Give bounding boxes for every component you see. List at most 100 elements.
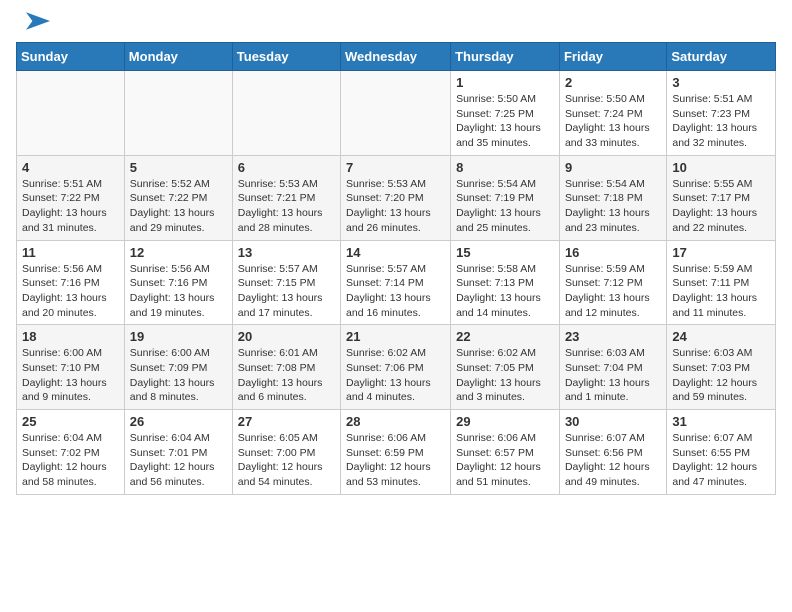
day-number: 22	[456, 329, 554, 344]
day-number: 13	[238, 245, 335, 260]
calendar-cell	[232, 71, 340, 156]
day-info: Sunrise: 5:53 AM Sunset: 7:21 PM Dayligh…	[238, 177, 335, 236]
calendar-cell: 1 Sunrise: 5:50 AM Sunset: 7:25 PM Daylig…	[451, 71, 560, 156]
calendar-cell: 15 Sunrise: 5:58 AM Sunset: 7:13 PM Dayli…	[451, 240, 560, 325]
calendar-cell: 6 Sunrise: 5:53 AM Sunset: 7:21 PM Daylig…	[232, 155, 340, 240]
day-info: Sunrise: 6:03 AM Sunset: 7:04 PM Dayligh…	[565, 346, 661, 405]
calendar-cell: 23 Sunrise: 6:03 AM Sunset: 7:04 PM Dayli…	[559, 325, 666, 410]
calendar-cell: 13 Sunrise: 5:57 AM Sunset: 7:15 PM Dayli…	[232, 240, 340, 325]
day-number: 1	[456, 75, 554, 90]
calendar-cell: 19 Sunrise: 6:00 AM Sunset: 7:09 PM Dayli…	[124, 325, 232, 410]
day-number: 20	[238, 329, 335, 344]
calendar-cell: 10 Sunrise: 5:55 AM Sunset: 7:17 PM Dayli…	[667, 155, 776, 240]
day-info: Sunrise: 6:02 AM Sunset: 7:06 PM Dayligh…	[346, 346, 445, 405]
calendar-cell: 25 Sunrise: 6:04 AM Sunset: 7:02 PM Dayli…	[17, 410, 125, 495]
day-number: 18	[22, 329, 119, 344]
calendar-cell	[124, 71, 232, 156]
day-number: 27	[238, 414, 335, 429]
day-info: Sunrise: 5:50 AM Sunset: 7:25 PM Dayligh…	[456, 92, 554, 151]
day-number: 12	[130, 245, 227, 260]
calendar-cell	[17, 71, 125, 156]
day-info: Sunrise: 6:05 AM Sunset: 7:00 PM Dayligh…	[238, 431, 335, 490]
calendar-cell: 17 Sunrise: 5:59 AM Sunset: 7:11 PM Dayli…	[667, 240, 776, 325]
day-info: Sunrise: 6:07 AM Sunset: 6:56 PM Dayligh…	[565, 431, 661, 490]
calendar-cell: 16 Sunrise: 5:59 AM Sunset: 7:12 PM Dayli…	[559, 240, 666, 325]
calendar-cell: 8 Sunrise: 5:54 AM Sunset: 7:19 PM Daylig…	[451, 155, 560, 240]
calendar-table: SundayMondayTuesdayWednesdayThursdayFrid…	[16, 42, 776, 495]
day-info: Sunrise: 5:59 AM Sunset: 7:11 PM Dayligh…	[672, 262, 770, 321]
day-number: 15	[456, 245, 554, 260]
day-info: Sunrise: 5:59 AM Sunset: 7:12 PM Dayligh…	[565, 262, 661, 321]
calendar-week-2: 11 Sunrise: 5:56 AM Sunset: 7:16 PM Dayli…	[17, 240, 776, 325]
calendar-week-4: 25 Sunrise: 6:04 AM Sunset: 7:02 PM Dayli…	[17, 410, 776, 495]
day-info: Sunrise: 5:56 AM Sunset: 7:16 PM Dayligh…	[22, 262, 119, 321]
calendar-cell: 3 Sunrise: 5:51 AM Sunset: 7:23 PM Daylig…	[667, 71, 776, 156]
calendar-cell: 26 Sunrise: 6:04 AM Sunset: 7:01 PM Dayli…	[124, 410, 232, 495]
day-number: 14	[346, 245, 445, 260]
day-number: 25	[22, 414, 119, 429]
day-number: 9	[565, 160, 661, 175]
calendar-week-0: 1 Sunrise: 5:50 AM Sunset: 7:25 PM Daylig…	[17, 71, 776, 156]
day-info: Sunrise: 6:06 AM Sunset: 6:59 PM Dayligh…	[346, 431, 445, 490]
calendar-header-thursday: Thursday	[451, 43, 560, 71]
calendar-cell: 30 Sunrise: 6:07 AM Sunset: 6:56 PM Dayli…	[559, 410, 666, 495]
day-number: 28	[346, 414, 445, 429]
day-info: Sunrise: 6:04 AM Sunset: 7:01 PM Dayligh…	[130, 431, 227, 490]
day-number: 8	[456, 160, 554, 175]
page-header	[16, 16, 776, 30]
calendar-cell: 4 Sunrise: 5:51 AM Sunset: 7:22 PM Daylig…	[17, 155, 125, 240]
day-info: Sunrise: 5:57 AM Sunset: 7:15 PM Dayligh…	[238, 262, 335, 321]
day-number: 10	[672, 160, 770, 175]
day-info: Sunrise: 5:56 AM Sunset: 7:16 PM Dayligh…	[130, 262, 227, 321]
day-number: 30	[565, 414, 661, 429]
day-info: Sunrise: 6:04 AM Sunset: 7:02 PM Dayligh…	[22, 431, 119, 490]
day-info: Sunrise: 5:55 AM Sunset: 7:17 PM Dayligh…	[672, 177, 770, 236]
calendar-cell: 12 Sunrise: 5:56 AM Sunset: 7:16 PM Dayli…	[124, 240, 232, 325]
day-number: 21	[346, 329, 445, 344]
calendar-cell: 11 Sunrise: 5:56 AM Sunset: 7:16 PM Dayli…	[17, 240, 125, 325]
calendar-cell: 28 Sunrise: 6:06 AM Sunset: 6:59 PM Dayli…	[341, 410, 451, 495]
day-number: 29	[456, 414, 554, 429]
day-info: Sunrise: 5:54 AM Sunset: 7:19 PM Dayligh…	[456, 177, 554, 236]
day-info: Sunrise: 5:52 AM Sunset: 7:22 PM Dayligh…	[130, 177, 227, 236]
calendar-cell: 29 Sunrise: 6:06 AM Sunset: 6:57 PM Dayli…	[451, 410, 560, 495]
day-number: 4	[22, 160, 119, 175]
day-info: Sunrise: 6:01 AM Sunset: 7:08 PM Dayligh…	[238, 346, 335, 405]
calendar-cell: 7Sunrise: 5:53 AM Sunset: 7:20 PM Daylig…	[341, 155, 451, 240]
day-info: Sunrise: 6:00 AM Sunset: 7:09 PM Dayligh…	[130, 346, 227, 405]
day-number: 2	[565, 75, 661, 90]
calendar-cell: 24 Sunrise: 6:03 AM Sunset: 7:03 PM Dayli…	[667, 325, 776, 410]
day-number: 16	[565, 245, 661, 260]
calendar-header-monday: Monday	[124, 43, 232, 71]
logo-icon	[18, 12, 50, 30]
calendar-cell: 18Sunrise: 6:00 AM Sunset: 7:10 PM Dayli…	[17, 325, 125, 410]
calendar-header-tuesday: Tuesday	[232, 43, 340, 71]
day-number: 19	[130, 329, 227, 344]
day-number: 17	[672, 245, 770, 260]
calendar-header-wednesday: Wednesday	[341, 43, 451, 71]
day-number: 3	[672, 75, 770, 90]
day-info: Sunrise: 6:03 AM Sunset: 7:03 PM Dayligh…	[672, 346, 770, 405]
calendar-cell: 9Sunrise: 5:54 AM Sunset: 7:18 PM Daylig…	[559, 155, 666, 240]
day-number: 24	[672, 329, 770, 344]
calendar-cell: 21 Sunrise: 6:02 AM Sunset: 7:06 PM Dayli…	[341, 325, 451, 410]
calendar-week-1: 4 Sunrise: 5:51 AM Sunset: 7:22 PM Daylig…	[17, 155, 776, 240]
calendar-header-saturday: Saturday	[667, 43, 776, 71]
calendar-cell: 31Sunrise: 6:07 AM Sunset: 6:55 PM Dayli…	[667, 410, 776, 495]
day-info: Sunrise: 6:06 AM Sunset: 6:57 PM Dayligh…	[456, 431, 554, 490]
calendar-header-row: SundayMondayTuesdayWednesdayThursdayFrid…	[17, 43, 776, 71]
calendar-cell: 22 Sunrise: 6:02 AM Sunset: 7:05 PM Dayli…	[451, 325, 560, 410]
day-info: Sunrise: 5:51 AM Sunset: 7:23 PM Dayligh…	[672, 92, 770, 151]
calendar-cell	[341, 71, 451, 156]
calendar-cell: 14Sunrise: 5:57 AM Sunset: 7:14 PM Dayli…	[341, 240, 451, 325]
day-number: 6	[238, 160, 335, 175]
day-info: Sunrise: 6:02 AM Sunset: 7:05 PM Dayligh…	[456, 346, 554, 405]
day-info: Sunrise: 5:58 AM Sunset: 7:13 PM Dayligh…	[456, 262, 554, 321]
calendar-cell: 2Sunrise: 5:50 AM Sunset: 7:24 PM Daylig…	[559, 71, 666, 156]
day-number: 11	[22, 245, 119, 260]
day-number: 23	[565, 329, 661, 344]
logo	[16, 16, 50, 30]
day-info: Sunrise: 5:53 AM Sunset: 7:20 PM Dayligh…	[346, 177, 445, 236]
day-info: Sunrise: 5:51 AM Sunset: 7:22 PM Dayligh…	[22, 177, 119, 236]
day-number: 26	[130, 414, 227, 429]
